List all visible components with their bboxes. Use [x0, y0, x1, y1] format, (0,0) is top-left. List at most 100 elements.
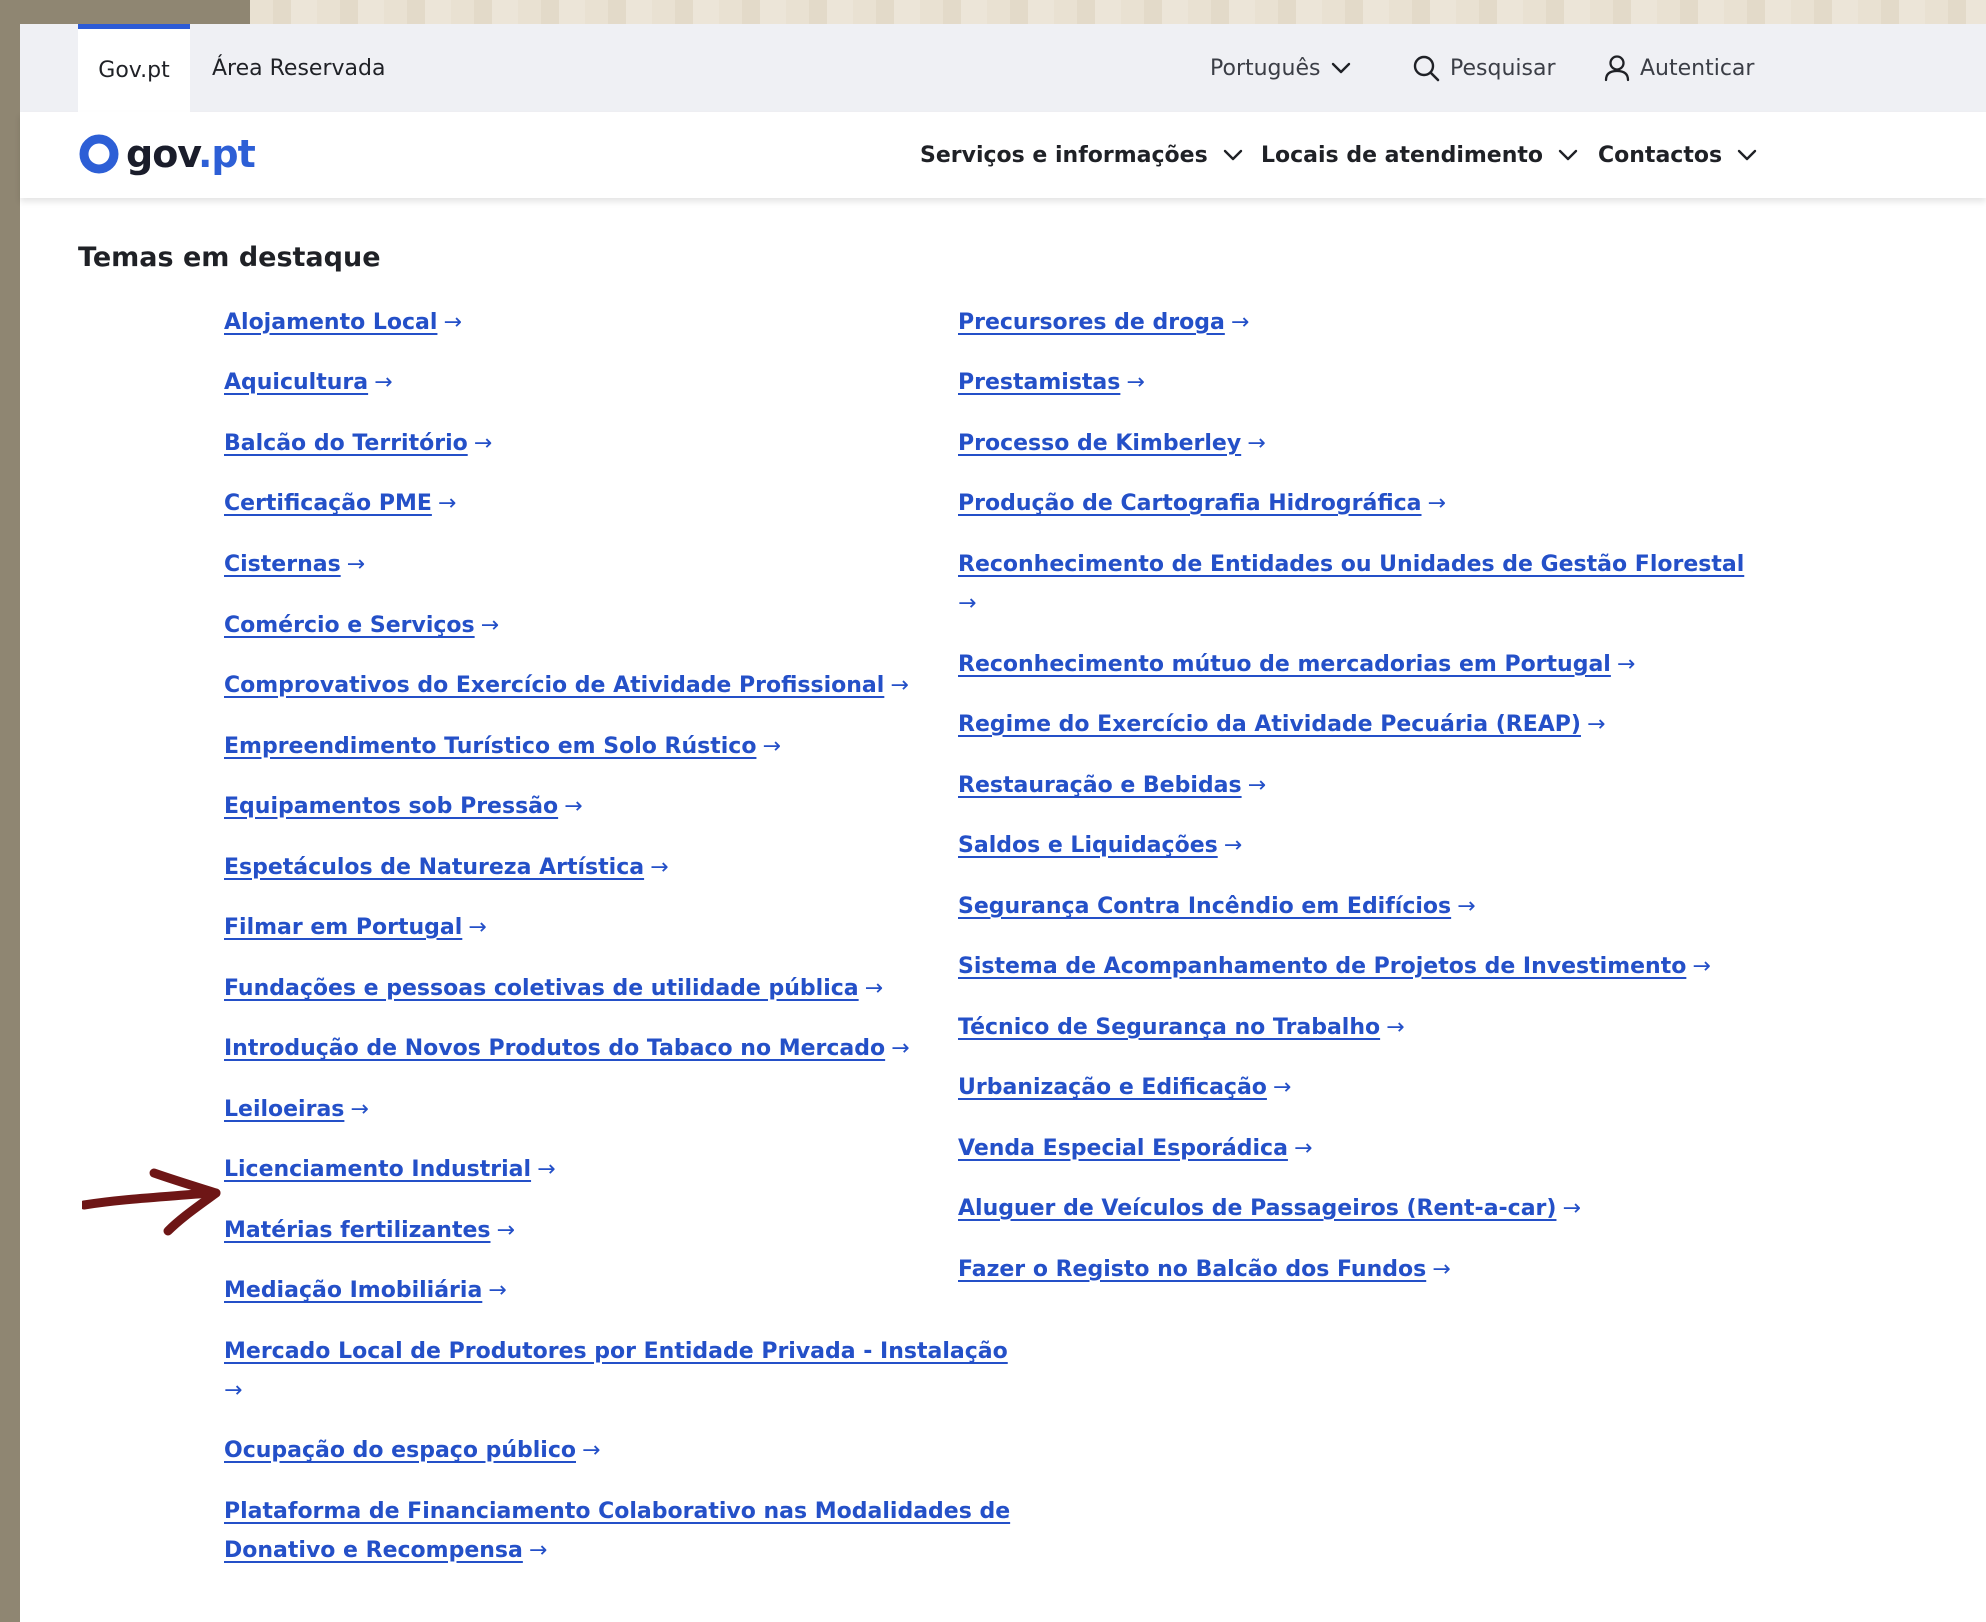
user-icon [1604, 55, 1630, 82]
arrow-right-icon: → [437, 491, 457, 516]
arrow-right-icon: → [350, 1097, 369, 1122]
annotation-arrow-icon [82, 1168, 221, 1236]
nav-contactos[interactable]: Contactos [1598, 112, 1758, 198]
link-cisternas[interactable]: Cisternas → [224, 546, 365, 584]
arrow-right-icon: → [537, 1157, 556, 1182]
link-balcao-territorio[interactable]: Balcão do Território → [224, 425, 492, 463]
browser-page: Gov.pt Área Reservada Português Pesquisa… [20, 24, 1986, 1622]
link-venda-especial[interactable]: Venda Especial Esporádica → [958, 1130, 1312, 1168]
tab-govpt[interactable]: Gov.pt [78, 24, 190, 112]
arrow-right-icon: → [1272, 1075, 1292, 1100]
arrow-right-icon: → [1247, 431, 1266, 456]
main-navigation: gov.pt Serviços e informações Locais de … [20, 112, 1986, 198]
link-aquicultura[interactable]: Aquicultura → [224, 364, 393, 402]
chevron-down-icon [1558, 149, 1578, 161]
link-comercio-servicos[interactable]: Comércio e Serviços → [224, 607, 499, 645]
arrow-right-icon: → [1562, 1196, 1581, 1221]
arrow-right-icon: → [650, 855, 669, 880]
nav-servicos[interactable]: Serviços e informações [920, 112, 1244, 198]
nav-contactos-label: Contactos [1598, 142, 1723, 168]
section-title: Temas em destaque [78, 242, 381, 273]
link-seguranca-incendio[interactable]: Segurança Contra Incêndio em Edifícios → [958, 888, 1476, 926]
link-plataforma-financiamento[interactable]: Plataforma de Financiamento Colaborativo… [224, 1493, 1010, 1531]
link-plataforma-financiamento-line2[interactable]: Donativo e Recompensa → [224, 1532, 547, 1570]
arrow-right-icon[interactable]: → [958, 585, 976, 623]
language-label: Português [1210, 55, 1321, 81]
login-label: Autenticar [1640, 55, 1755, 81]
link-alojamento-local[interactable]: Alojamento Local → [224, 304, 462, 342]
link-ocupacao-espaco-publico[interactable]: Ocupação do espaço público → [224, 1432, 600, 1470]
background-frame [0, 0, 250, 24]
nav-locais[interactable]: Locais de atendimento [1261, 112, 1579, 198]
arrow-right-icon: → [891, 1036, 910, 1061]
link-prestamistas[interactable]: Prestamistas → [958, 364, 1145, 402]
link-espetaculos[interactable]: Espetáculos de Natureza Artística → [224, 849, 669, 887]
govpt-logo[interactable]: gov.pt [78, 132, 256, 176]
arrow-right-icon: → [496, 1218, 515, 1243]
link-sistema-acompanhamento[interactable]: Sistema de Acompanhamento de Projetos de… [958, 948, 1711, 986]
nav-locais-label: Locais de atendimento [1261, 142, 1544, 168]
link-balcao-fundos[interactable]: Fazer o Registo no Balcão dos Fundos → [958, 1251, 1451, 1289]
chevron-down-icon [1223, 149, 1242, 161]
link-fundacoes[interactable]: Fundações e pessoas coletivas de utilida… [224, 970, 883, 1008]
arrow-right-icon: → [346, 552, 366, 577]
arrow-right-icon: → [1692, 954, 1711, 979]
arrow-right-icon: → [582, 1438, 601, 1463]
arrow-right-icon: → [1386, 1015, 1405, 1040]
link-filmar-portugal[interactable]: Filmar em Portugal → [224, 909, 487, 947]
background-texture [250, 0, 1986, 24]
link-mediacao-imobiliaria[interactable]: Mediação Imobiliária → [224, 1272, 507, 1310]
link-reap[interactable]: Regime do Exercício da Atividade Pecuári… [958, 706, 1605, 744]
link-gestao-florestal[interactable]: Reconhecimento de Entidades ou Unidades … [958, 546, 1744, 584]
language-selector[interactable]: Português [1210, 24, 1352, 112]
arrow-right-icon: → [443, 310, 462, 335]
arrow-right-icon: → [1247, 773, 1267, 798]
link-tabaco[interactable]: Introdução de Novos Produtos do Tabaco n… [224, 1030, 910, 1068]
arrow-right-icon: → [374, 370, 393, 395]
arrow-right-icon: → [1126, 370, 1145, 395]
link-cartografia[interactable]: Produção de Cartografia Hidrográfica → [958, 485, 1446, 523]
logo-icon [79, 134, 119, 174]
chevron-down-icon [1737, 149, 1757, 161]
arrow-right-icon: → [890, 673, 909, 698]
link-urbanizacao[interactable]: Urbanização e Edificação → [958, 1069, 1291, 1107]
search-button[interactable]: Pesquisar [1412, 24, 1556, 112]
link-saldos[interactable]: Saldos e Liquidações → [958, 827, 1242, 865]
arrow-right-icon: → [1223, 833, 1243, 858]
arrow-right-icon: → [1427, 491, 1446, 516]
link-materias-fertilizantes[interactable]: Matérias fertilizantes → [224, 1212, 515, 1250]
tab-area-reservada[interactable]: Área Reservada [212, 24, 385, 112]
arrow-right-icon: → [1293, 1136, 1313, 1161]
link-equipamentos-pressao[interactable]: Equipamentos sob Pressão → [224, 788, 583, 826]
tab-govpt-label: Gov.pt [98, 58, 170, 83]
link-tecnico-seguranca[interactable]: Técnico de Segurança no Trabalho → [958, 1009, 1405, 1047]
arrow-right-icon: → [488, 1278, 507, 1303]
arrow-right-icon: → [528, 1538, 548, 1563]
utility-bar: Gov.pt Área Reservada Português Pesquisa… [20, 24, 1986, 112]
arrow-right-icon: → [864, 976, 884, 1001]
arrow-right-icon[interactable]: → [224, 1372, 242, 1410]
link-empreendimento-turistico[interactable]: Empreendimento Turístico em Solo Rústico… [224, 728, 781, 766]
link-leiloeiras[interactable]: Leiloeiras → [224, 1091, 369, 1129]
search-icon [1413, 55, 1440, 82]
link-kimberley[interactable]: Processo de Kimberley → [958, 425, 1266, 463]
arrow-right-icon: → [564, 794, 583, 819]
link-certificacao-pme[interactable]: Certificação PME → [224, 485, 456, 523]
arrow-right-icon: → [468, 915, 487, 940]
link-restauracao[interactable]: Restauração e Bebidas → [958, 767, 1266, 805]
arrow-right-icon: → [1230, 310, 1250, 335]
link-comprovativos[interactable]: Comprovativos do Exercício de Atividade … [224, 667, 909, 705]
arrow-right-icon: → [473, 431, 493, 456]
arrow-right-icon: → [480, 613, 500, 638]
arrow-right-icon: → [1457, 894, 1476, 919]
arrow-right-icon: → [1586, 712, 1606, 737]
link-rent-a-car[interactable]: Aluguer de Veículos de Passageiros (Rent… [958, 1190, 1581, 1228]
link-precursores-droga[interactable]: Precursores de droga → [958, 304, 1249, 342]
link-mercado-local[interactable]: Mercado Local de Produtores por Entidade… [224, 1333, 1008, 1371]
link-licenciamento-industrial[interactable]: Licenciamento Industrial → [224, 1151, 556, 1189]
chevron-down-icon [1332, 62, 1351, 74]
arrow-right-icon: → [762, 734, 781, 759]
login-button[interactable]: Autenticar [1604, 24, 1754, 112]
search-label: Pesquisar [1450, 55, 1556, 81]
link-reconhecimento-mutuo[interactable]: Reconhecimento mútuo de mercadorias em P… [958, 646, 1635, 684]
